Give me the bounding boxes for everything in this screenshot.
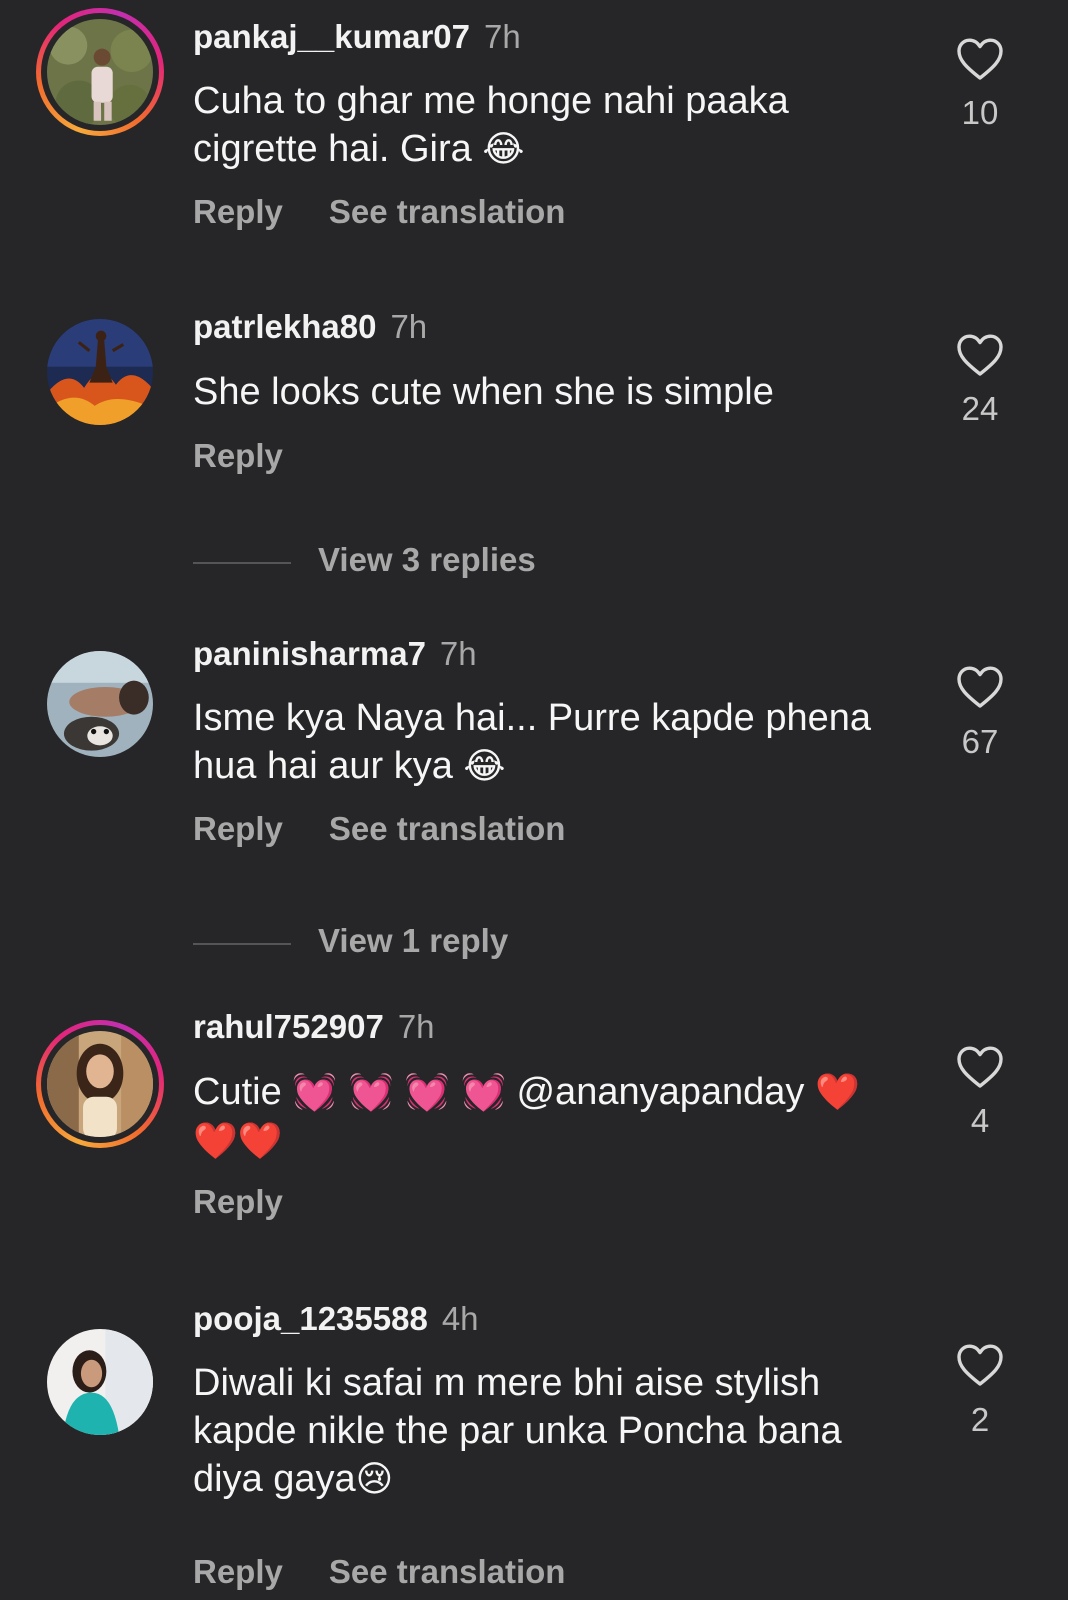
avatar[interactable]: [36, 308, 164, 436]
reply-button[interactable]: Reply: [193, 1553, 283, 1590]
avatar-art-fire-figure-icon: [47, 319, 153, 425]
comment-actions: Reply See translation: [193, 810, 565, 848]
avatar-photo-person-outdoor-icon: [47, 19, 153, 125]
comment-actions: Reply: [193, 1183, 283, 1221]
heart-icon[interactable]: [955, 1045, 1005, 1089]
view-replies-button[interactable]: View 1 reply: [193, 922, 593, 966]
reply-button[interactable]: Reply: [193, 193, 283, 230]
reply-button[interactable]: Reply: [193, 810, 283, 847]
comment-actions: Reply See translation: [193, 193, 565, 231]
divider: [193, 943, 291, 945]
comment-text: Diwali ki safai m mere bhi aise stylish …: [193, 1362, 842, 1500]
heart-icon[interactable]: [955, 333, 1005, 377]
username[interactable]: pankaj__kumar07: [193, 18, 470, 55]
avatar[interactable]: [36, 1318, 164, 1446]
reply-button[interactable]: Reply: [193, 1183, 283, 1220]
beating-heart-emoji: 💓 💓 💓 💓: [292, 1072, 506, 1113]
comment-header: patrlekha80 7h: [193, 308, 427, 346]
timestamp: 7h: [397, 1008, 435, 1045]
comment-text: Isme kya Naya hai... Purre kapde phena h…: [193, 697, 872, 787]
avatar[interactable]: [36, 1020, 164, 1148]
timestamp: 7h: [390, 308, 428, 345]
divider: [193, 562, 291, 564]
comment-header: rahul752907 7h: [193, 1008, 435, 1046]
like-count: 67: [961, 723, 999, 760]
comment-header: pankaj__kumar07 7h: [193, 18, 521, 56]
comment-text: She looks cute when she is simple: [193, 371, 774, 413]
avatar-photo-woman-teal-icon: [47, 1329, 153, 1435]
username[interactable]: pooja_1235588: [193, 1300, 428, 1337]
username[interactable]: patrlekha80: [193, 308, 376, 345]
see-translation-button[interactable]: See translation: [329, 1553, 566, 1590]
avatar-photo-man-with-dog-icon: [47, 651, 153, 757]
comment-header: paninisharma7 7h: [193, 635, 477, 673]
heart-icon[interactable]: [955, 1343, 1005, 1387]
comment-text: Cuha to ghar me honge nahi paaka cigrett…: [193, 80, 789, 170]
red-heart-emoji: ❤️❤️: [193, 1121, 283, 1162]
username[interactable]: paninisharma7: [193, 635, 426, 672]
like-count: 10: [961, 94, 999, 131]
like-count: 24: [961, 390, 999, 427]
comment-header: pooja_1235588 4h: [193, 1300, 479, 1338]
crying-emoji: 😢: [355, 1459, 394, 1500]
like-count: 4: [970, 1102, 990, 1139]
username[interactable]: rahul752907: [193, 1008, 384, 1045]
laughing-emoji: 😂: [482, 129, 525, 170]
laughing-emoji: 😂: [463, 746, 506, 787]
like-count: 2: [970, 1401, 990, 1438]
timestamp: 7h: [439, 635, 477, 672]
avatar-photo-woman-icon: [47, 1031, 153, 1137]
timestamp: 7h: [484, 18, 521, 55]
see-translation-button[interactable]: See translation: [329, 193, 566, 230]
view-replies-button[interactable]: View 3 replies: [193, 541, 593, 585]
comment-actions: Reply: [193, 437, 283, 475]
avatar[interactable]: [36, 8, 164, 136]
red-heart-emoji: ❤️: [814, 1072, 860, 1113]
heart-icon[interactable]: [955, 665, 1005, 709]
comment-text: Cutie 💓 💓 💓 💓 @ananyapanday ❤️ ❤️❤️: [193, 1071, 860, 1162]
mention-link[interactable]: @ananyapanday: [516, 1071, 804, 1113]
comment-actions: Reply See translation: [193, 1553, 565, 1591]
avatar[interactable]: [36, 640, 164, 768]
see-translation-button[interactable]: See translation: [329, 810, 566, 847]
timestamp: 4h: [441, 1300, 479, 1337]
heart-icon[interactable]: [955, 37, 1005, 81]
reply-button[interactable]: Reply: [193, 437, 283, 474]
